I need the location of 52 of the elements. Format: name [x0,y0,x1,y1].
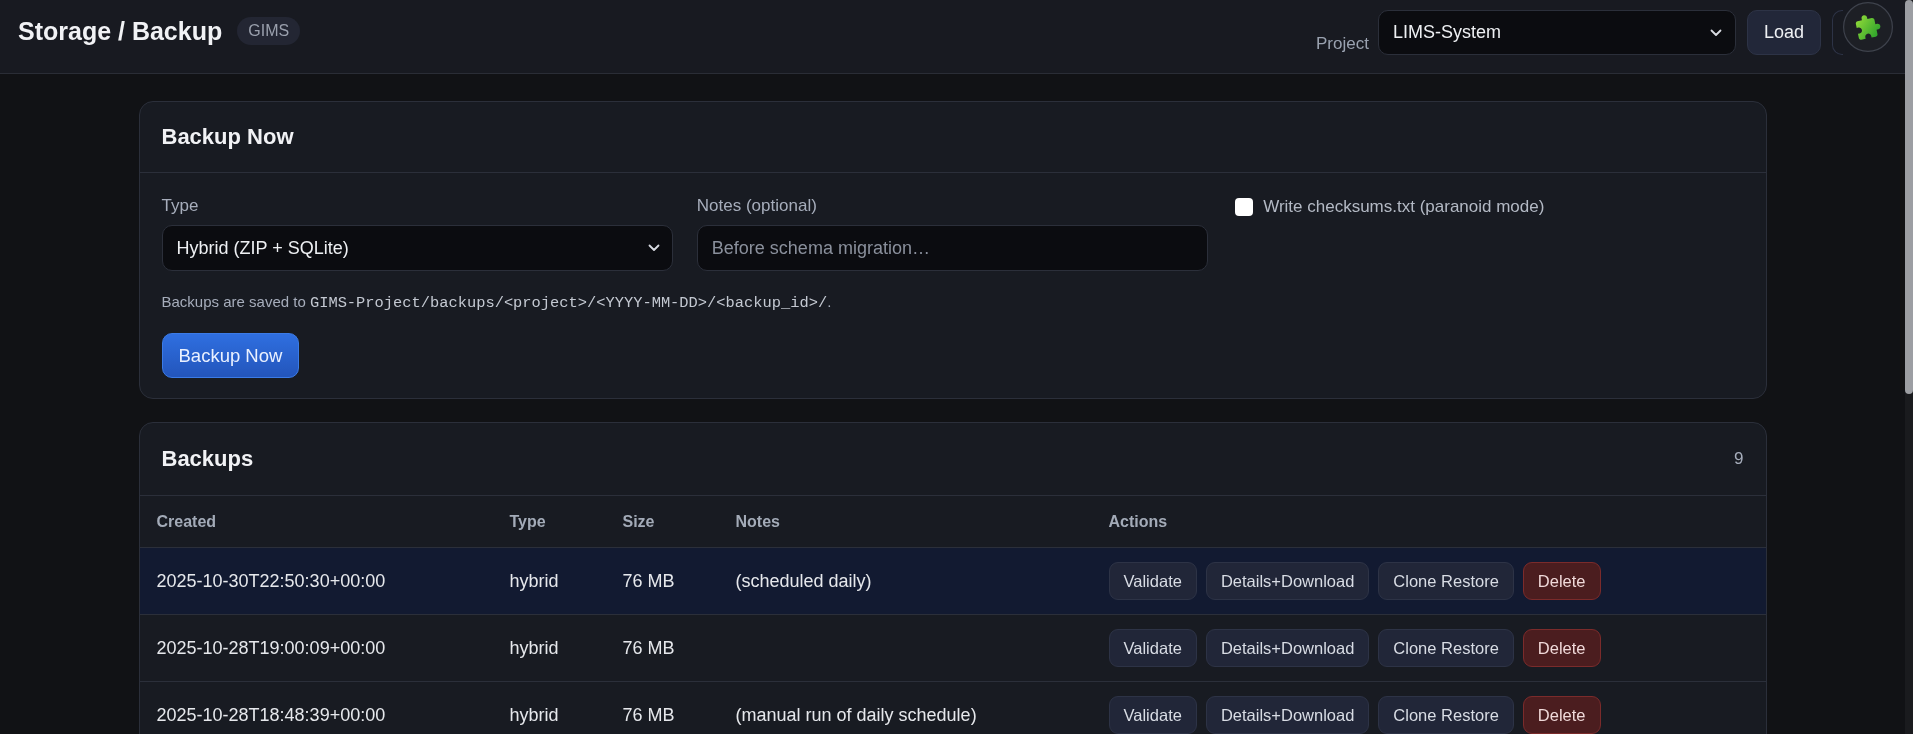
notes-cell: (scheduled daily) [718,547,1092,615]
scrollbar[interactable] [1905,0,1913,734]
scrollbar-thumb[interactable] [1905,0,1913,394]
action-button[interactable]: Details+Download [1205,629,1370,667]
column-header: Actions [1091,496,1766,548]
created-cell: 2025-10-28T19:00:09+00:00 [139,614,493,682]
page-title: Storage / Backup [18,16,223,46]
project-select[interactable]: LIMS-System [1377,10,1736,55]
action-button[interactable]: Validate [1108,696,1197,734]
action-button[interactable]: Clone Restore [1378,696,1514,734]
checksums-label: Write checksums.txt (paranoid mode) [1263,197,1545,217]
action-button[interactable]: Validate [1108,629,1197,667]
table-row[interactable]: 2025-10-30T22:50:30+00:00 hybrid 76 MB (scheduled daily) Validate Details+Download Clone Restore Delete [139,547,1766,615]
column-header: Size [605,496,719,548]
app-badge: GIMS [237,17,301,45]
project-label: Project [1316,34,1369,54]
notes-input[interactable]: Before schema migration… [696,225,1209,271]
column-header: Created [139,496,493,548]
checkbox[interactable] [1235,198,1254,216]
type-cell: hybrid [492,681,606,734]
type-cell: hybrid [492,547,606,615]
delete-button[interactable]: Delete [1522,629,1601,667]
type-select[interactable]: Hybrid (ZIP + SQLite) [161,225,673,271]
delete-button[interactable]: Delete [1522,696,1601,734]
action-button[interactable]: Clone Restore [1378,629,1514,667]
column-header: Type [492,496,606,548]
size-cell: 76 MB [605,547,719,615]
card-title: Backup Now [161,124,294,150]
table-row[interactable]: 2025-10-28T18:48:39+00:00 hybrid 76 MB (manual run of daily schedule) Validate Details+Download Clone Restore Delete [139,681,1766,734]
type-label: Type [161,195,199,217]
puzzle-icon[interactable] [1843,2,1893,52]
load-button[interactable]: Load [1746,10,1821,55]
type-cell: hybrid [492,614,606,682]
delete-button[interactable]: Delete [1522,562,1601,600]
action-button[interactable]: Validate [1108,562,1197,600]
notes-label: Notes (optional) [696,195,817,217]
created-cell: 2025-10-30T22:50:30+00:00 [139,547,493,615]
size-cell: 76 MB [605,614,719,682]
backup-now-button[interactable]: Backup Now [161,333,300,378]
action-button[interactable]: Details+Download [1205,562,1370,600]
action-button[interactable]: Details+Download [1205,696,1370,734]
action-button[interactable]: Clone Restore [1378,562,1514,600]
save-location-hint: Backups are saved to GIMS-Project/backups/<project>/<YYYY-MM-DD>/<backup_id>/. [161,293,833,312]
notes-cell: (manual run of daily schedule) [718,681,1092,734]
size-cell: 76 MB [605,681,719,734]
created-cell: 2025-10-28T18:48:39+00:00 [139,681,493,734]
column-header: Notes [718,496,1092,548]
chevron-down-icon [647,244,660,252]
table-row[interactable]: 2025-10-28T19:00:09+00:00 hybrid 76 MB Validate Details+Download Clone Restore Delete [139,614,1766,682]
card-title: Backups [161,446,254,472]
backup-count: 9 [1734,449,1744,469]
chevron-down-icon [1709,28,1722,37]
